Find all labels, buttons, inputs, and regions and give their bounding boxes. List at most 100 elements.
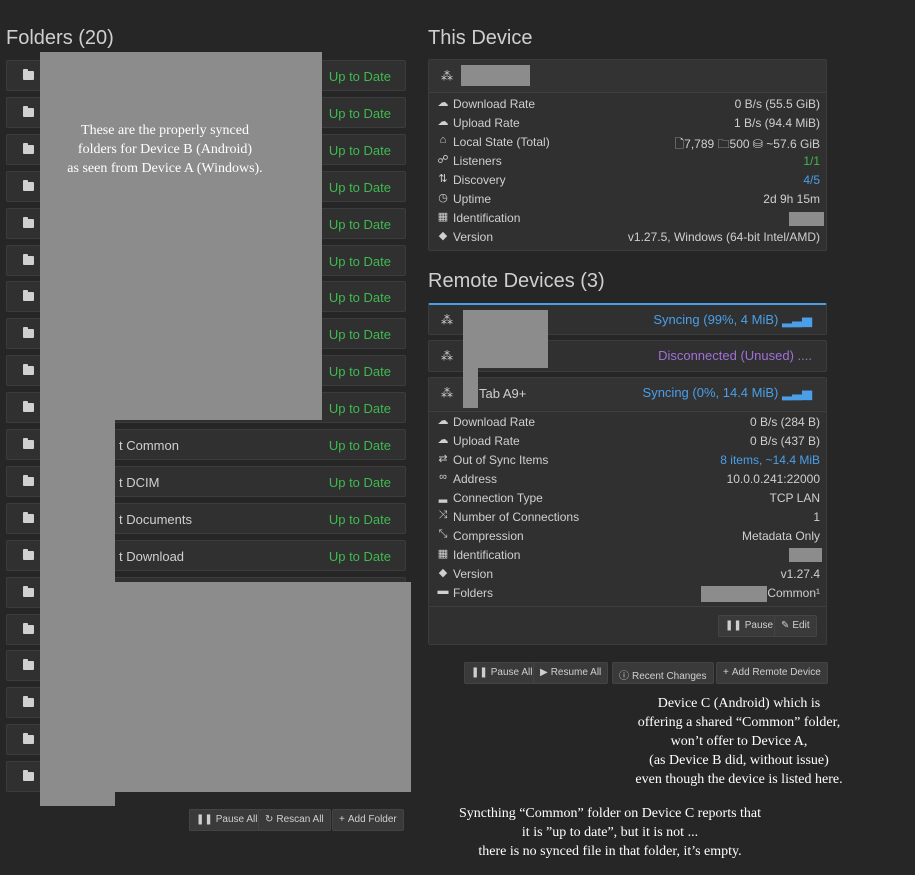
info-row: ☁ Download Rate 0 B/s (55.5 GiB) [437,95,821,114]
exchange-icon: ⇄ [438,453,448,465]
annotation-line: (as Device B did, without issue) [649,753,829,768]
folder-icon [23,253,34,265]
this-device-heading: This Device [428,27,533,49]
info-label: Download Rate [453,97,536,111]
folder-icon [23,733,34,745]
info-row: ☁ Download Rate 0 B/s (284 B) [437,413,821,432]
device-name: Tab A9+ [479,386,527,401]
recent-changes-button[interactable]: ⓘ Recent Changes [612,662,714,684]
info-value: Common¹ [767,586,820,600]
remote-devices-heading: Remote Devices (3) [428,270,605,292]
folder-status: Up to Date [328,511,391,527]
annotation-line: even though the device is listed here. [635,772,843,787]
info-label: Identification [453,211,521,225]
add-folder-button[interactable]: + Add Folder [332,809,404,831]
upload-rate-icon: ☁ [437,434,449,446]
pause-all-devices-button[interactable]: ❚❚ Pause All [464,662,540,684]
device-status: Syncing (99%, 4 MiB) [653,312,779,327]
info-row: ⤨ Number of Connections 1 [437,508,820,527]
folder-icon [23,585,34,597]
folder-name: t DCIM [119,474,160,490]
folder-status: Up to Date [328,253,391,269]
folder-status: Up to Date [328,364,391,380]
tag-icon: ◆ [438,230,448,242]
folder-icon [23,474,34,486]
info-row: ☁ Upload Rate 0 B/s (437 B) [437,432,821,451]
info-row: ⇄ Out of Sync Items 8 items, ~14.4 MiB [437,451,820,470]
pause-all-folders-button[interactable]: ❚❚ Pause All [189,809,265,831]
info-value: 10.0.0.241:22000 [726,472,820,486]
link-icon: ∞ [439,471,447,483]
info-label: Discovery [453,173,506,187]
redaction-mask [40,52,322,420]
redaction-mask [789,548,822,562]
info-label: Upload Rate [453,116,520,130]
info-value: 1/1 [803,154,820,168]
folder-status: Up to Date [328,105,391,121]
add-remote-device-button[interactable]: + Add Remote Device [716,662,828,684]
info-label: Local State (Total) [453,135,550,149]
annotation-line: as seen from Device A (Windows). [67,161,263,176]
annotation-line: there is no synced file in that folder, … [478,844,742,859]
annotation-properly-synced: These are the properly synced folders for… [40,121,290,178]
info-value: 8 items, ~14.4 MiB [720,453,820,467]
signal-icon: ▂ [438,491,448,503]
folder-icon [23,364,34,376]
rescan-all-button[interactable]: ↻ Rescan All [258,809,331,831]
folder-icon [23,696,34,708]
folder-status: Up to Date [328,290,391,306]
info-label: Connection Type [453,491,543,505]
folder-status: Up to Date [328,142,391,158]
signpost-icon: ⇅ [438,173,448,185]
pause-icon: ❚❚ [196,814,213,825]
folder-status: Up to Date [328,69,391,84]
pause-icon: ❚❚ [471,667,488,678]
edit-device-button[interactable]: ✎ Edit [774,615,817,637]
qrcode-icon: ▦ [437,211,449,223]
annotation-line: Device C (Android) which is [657,696,821,711]
info-label: Download Rate [453,415,536,429]
info-row: ☍ Listeners 1/1 [437,152,820,171]
folder-icon [23,327,34,339]
device-status: Disconnected (Unused) [658,348,794,363]
info-value: v1.27.5, Windows (64-bit Intel/AMD) [627,230,820,244]
info-label: Listeners [453,154,502,168]
info-label: Version [453,567,494,581]
folder-name: t Common [119,438,179,453]
annotation-line: Syncthing “Common” folder on Device C re… [458,806,762,821]
folder-icon [23,438,34,449]
annotation-line: it is ”up to date”, but it is not ... [521,825,699,840]
folder-name: t Download [119,548,185,564]
info-value: 4/5 [803,173,820,187]
annotation-line: folders for Device B (Android) [77,142,253,157]
annotation-device-c: Device C (Android) which is offering a sh… [598,694,880,789]
folder-icon: ▬ [437,585,449,597]
info-row: ▦IdentificationC7 [437,546,820,565]
device-identicon-icon: ⁂ [441,69,453,83]
folder-icon [23,69,34,80]
info-value: 0 B/s (437 B) [749,434,820,448]
info-row: ◷ Uptime 2d 9h 15m [437,190,820,209]
remote-device-3-header[interactable]: ⁂ Tab A9+ Syncing (0%, 14.4 MiB) ▂▃▅ [429,378,826,410]
folders-heading: Folders (20) [6,27,114,49]
info-row: ◆ Version v1.27.4 [437,565,820,584]
annotation-line: These are the properly synced [81,123,249,138]
play-icon: ▶ [540,667,548,678]
info-value: v1.27.4 [780,567,820,581]
info-row: ☁ Upload Rate 1 B/s (94.4 MiB) [437,114,821,133]
annotation-common-folder: Syncthing “Common” folder on Device C re… [420,804,800,861]
redaction-mask [463,310,548,368]
folder-icon [23,770,34,782]
pause-device-button[interactable]: ❚❚ Pause [718,615,781,637]
folder-status: Up to Date [328,548,391,564]
folder-icon [23,142,34,154]
folder-status: Up to Date [328,327,391,343]
info-label: Number of Connections [453,510,580,524]
resume-all-button[interactable]: ▶ Resume All [533,662,609,684]
info-value: 1 [813,510,820,524]
remote-device-3: ⁂ Tab A9+ Syncing (0%, 14.4 MiB) ▂▃▅ ☁ Do… [428,377,827,645]
device-identicon-icon: ⁂ [441,386,453,400]
redaction-mask [789,212,824,226]
redaction-mask [40,420,115,582]
qrcode-icon: ▦ [437,548,449,560]
